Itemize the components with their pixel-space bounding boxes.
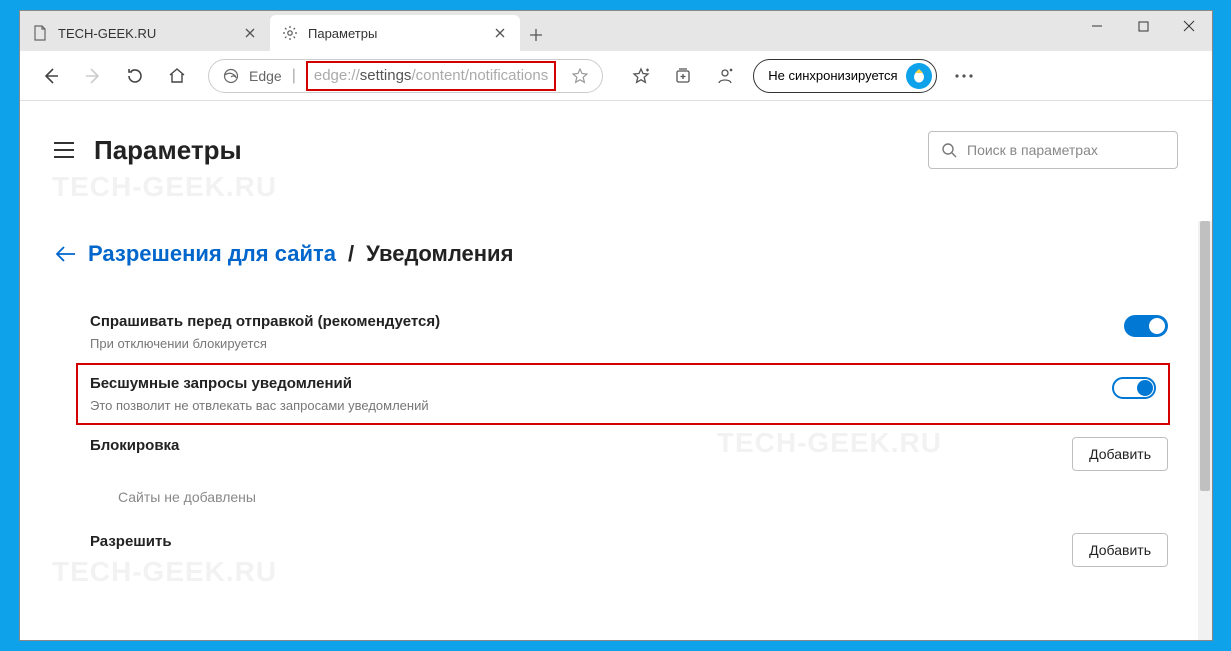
forward-button	[74, 57, 112, 95]
sync-label: Не синхронизируется	[768, 68, 897, 83]
scrollbar[interactable]	[1198, 221, 1212, 640]
setting-subtitle: Это позволит не отвлекать вас запросами …	[90, 398, 429, 413]
tab-title: TECH-GEEK.RU	[58, 26, 232, 41]
close-window-button[interactable]	[1166, 11, 1212, 41]
url-seg: edge://	[314, 67, 360, 84]
refresh-button[interactable]	[116, 57, 154, 95]
settings-list: Спрашивать перед отправкой (рекомендуетс…	[54, 301, 1178, 567]
tab-title: Параметры	[308, 26, 482, 41]
home-button[interactable]	[158, 57, 196, 95]
window-controls	[1074, 11, 1212, 41]
page-content: TECH-GEEK.RU TECH-GEEK.RU TECH-GEEK.RU П…	[20, 101, 1212, 640]
browser-window: TECH-GEEK.RU Параметры	[19, 10, 1213, 641]
favorite-star-icon[interactable]	[572, 68, 588, 84]
url-seg: settings	[360, 67, 412, 84]
breadcrumb-current: Уведомления	[366, 241, 513, 267]
edge-label: Edge	[249, 68, 282, 84]
setting-quiet-requests: Бесшумные запросы уведомлений Это позвол…	[76, 363, 1170, 425]
scrollbar-thumb[interactable]	[1200, 221, 1210, 491]
add-button-allow[interactable]: Добавить	[1072, 533, 1168, 567]
close-icon[interactable]	[492, 25, 508, 41]
toolbar-icons	[621, 56, 745, 96]
url-seg: content	[416, 67, 465, 84]
page-title: Параметры	[94, 135, 242, 166]
block-empty-message: Сайты не добавлены	[118, 489, 1168, 505]
new-tab-button[interactable]	[520, 19, 552, 51]
menu-icon[interactable]	[54, 142, 74, 158]
search-icon	[941, 142, 957, 158]
toggle-quiet[interactable]	[1112, 377, 1156, 399]
breadcrumb: Разрешения для сайта / Уведомления	[54, 241, 1178, 267]
breadcrumb-link[interactable]: Разрешения для сайта	[88, 241, 336, 267]
tab-active[interactable]: Параметры	[270, 15, 520, 51]
setting-ask-before-sending: Спрашивать перед отправкой (рекомендуетс…	[90, 301, 1168, 363]
setting-title: Бесшумные запросы уведомлений	[90, 375, 429, 392]
setting-subtitle: При отключении блокируется	[90, 336, 440, 351]
setting-title: Спрашивать перед отправкой (рекомендуетс…	[90, 313, 440, 330]
back-button[interactable]	[32, 57, 70, 95]
maximize-button[interactable]	[1120, 11, 1166, 41]
search-box[interactable]	[928, 131, 1178, 169]
add-button-block[interactable]: Добавить	[1072, 437, 1168, 471]
close-icon[interactable]	[242, 25, 258, 41]
search-input[interactable]	[967, 142, 1165, 158]
setting-allow: Разрешить Добавить	[90, 521, 1168, 567]
sync-status-pill[interactable]: Не синхронизируется	[753, 59, 936, 93]
separator: |	[292, 67, 296, 85]
setting-block: Блокировка Добавить	[90, 425, 1168, 483]
url-seg: notifications	[469, 67, 548, 84]
edge-logo-icon	[223, 68, 239, 84]
gear-icon	[282, 25, 298, 41]
setting-title: Блокировка	[90, 437, 179, 454]
tab-inactive[interactable]: TECH-GEEK.RU	[20, 15, 270, 51]
page-icon	[32, 25, 48, 41]
collections-icon[interactable]	[663, 56, 703, 96]
back-arrow-icon[interactable]	[54, 245, 76, 263]
breadcrumb-separator: /	[348, 241, 354, 267]
toolbar: Edge | edge:// settings / content / noti…	[20, 51, 1212, 101]
tab-strip: TECH-GEEK.RU Параметры	[20, 11, 1212, 51]
toggle-ask[interactable]	[1124, 315, 1168, 337]
avatar	[906, 63, 932, 89]
page-header: Параметры	[54, 131, 1178, 169]
favorites-icon[interactable]	[621, 56, 661, 96]
minimize-button[interactable]	[1074, 11, 1120, 41]
url-highlight-box: edge:// settings / content / notificatio…	[306, 61, 556, 91]
setting-title: Разрешить	[90, 533, 172, 550]
profile-icon[interactable]	[705, 56, 745, 96]
address-bar[interactable]: Edge | edge:// settings / content / noti…	[208, 59, 603, 93]
more-icon[interactable]	[945, 57, 983, 95]
